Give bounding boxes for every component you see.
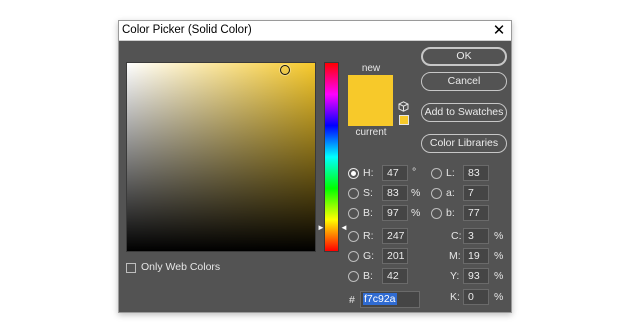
lab-a-label: a: — [446, 187, 455, 199]
cube-icon[interactable] — [398, 101, 409, 112]
cyan-unit: % — [494, 230, 504, 242]
yellow-unit: % — [494, 270, 504, 282]
lab-b-field[interactable]: 77 — [463, 205, 489, 221]
new-color-swatch — [348, 75, 393, 102]
hue-slider-left-arrow[interactable]: ► — [317, 224, 325, 232]
close-icon[interactable]: ✕ — [491, 22, 507, 38]
saturation-field[interactable]: 83 — [382, 185, 408, 201]
dialog-title: Color Picker (Solid Color) — [122, 24, 252, 36]
black-unit: % — [494, 291, 504, 303]
green-radio[interactable] — [348, 251, 359, 262]
color-field[interactable] — [126, 62, 316, 252]
ok-button[interactable]: OK — [421, 47, 507, 66]
brightness-unit: % — [411, 207, 421, 219]
hex-hash-label: # — [349, 294, 355, 306]
only-web-colors-label[interactable]: Only Web Colors — [141, 261, 220, 273]
brightness-field[interactable]: 97 — [382, 205, 408, 221]
add-to-swatches-button[interactable]: Add to Swatches — [421, 103, 507, 122]
lab-b-radio[interactable] — [431, 208, 442, 219]
magenta-field[interactable]: 19 — [463, 248, 489, 264]
blue-label: B: — [363, 270, 373, 282]
hex-field[interactable]: f7c92a — [360, 291, 420, 308]
hex-value: f7c92a — [363, 293, 397, 305]
magenta-label: M: — [449, 250, 461, 262]
lab-a-field[interactable]: 7 — [463, 185, 489, 201]
hue-field[interactable]: 47 — [382, 165, 408, 181]
current-color-swatch[interactable] — [348, 102, 393, 126]
lab-l-field[interactable]: 83 — [463, 165, 489, 181]
new-label: new — [361, 63, 381, 74]
hue-radio[interactable] — [348, 168, 359, 179]
brightness-label: B: — [363, 207, 373, 219]
lab-b-label: b: — [446, 207, 455, 219]
saturation-label: S: — [363, 187, 373, 199]
color-field-cursor[interactable] — [280, 65, 290, 75]
green-field[interactable]: 201 — [382, 248, 408, 264]
only-web-colors-checkbox[interactable] — [126, 263, 136, 273]
lab-l-radio[interactable] — [431, 168, 442, 179]
black-field[interactable]: 0 — [463, 289, 489, 305]
hue-slider[interactable] — [324, 62, 339, 252]
saturation-radio[interactable] — [348, 188, 359, 199]
current-label: current — [355, 127, 387, 138]
red-label: R: — [363, 230, 374, 242]
yellow-field[interactable]: 93 — [463, 268, 489, 284]
saturation-unit: % — [411, 187, 421, 199]
color-libraries-button[interactable]: Color Libraries — [421, 134, 507, 153]
color-picker-dialog: Color Picker (Solid Color) ✕ ► ◄ new cur… — [118, 20, 512, 313]
lab-l-label: L: — [446, 167, 455, 179]
yellow-label: Y: — [450, 270, 460, 282]
lab-a-radio[interactable] — [431, 188, 442, 199]
hue-label: H: — [363, 167, 374, 179]
cyan-field[interactable]: 3 — [463, 228, 489, 244]
blue-field[interactable]: 42 — [382, 268, 408, 284]
red-radio[interactable] — [348, 231, 359, 242]
black-label: K: — [450, 291, 460, 303]
hue-unit: ° — [412, 166, 417, 178]
green-label: G: — [363, 250, 375, 262]
hue-slider-right-arrow[interactable]: ◄ — [340, 224, 348, 232]
red-field[interactable]: 247 — [382, 228, 408, 244]
cancel-button[interactable]: Cancel — [421, 72, 507, 91]
cyan-label: C: — [451, 230, 462, 242]
web-safe-swatch[interactable] — [399, 115, 409, 125]
blue-radio[interactable] — [348, 271, 359, 282]
title-bar: Color Picker (Solid Color) ✕ — [119, 21, 511, 41]
brightness-radio[interactable] — [348, 208, 359, 219]
magenta-unit: % — [494, 250, 504, 262]
